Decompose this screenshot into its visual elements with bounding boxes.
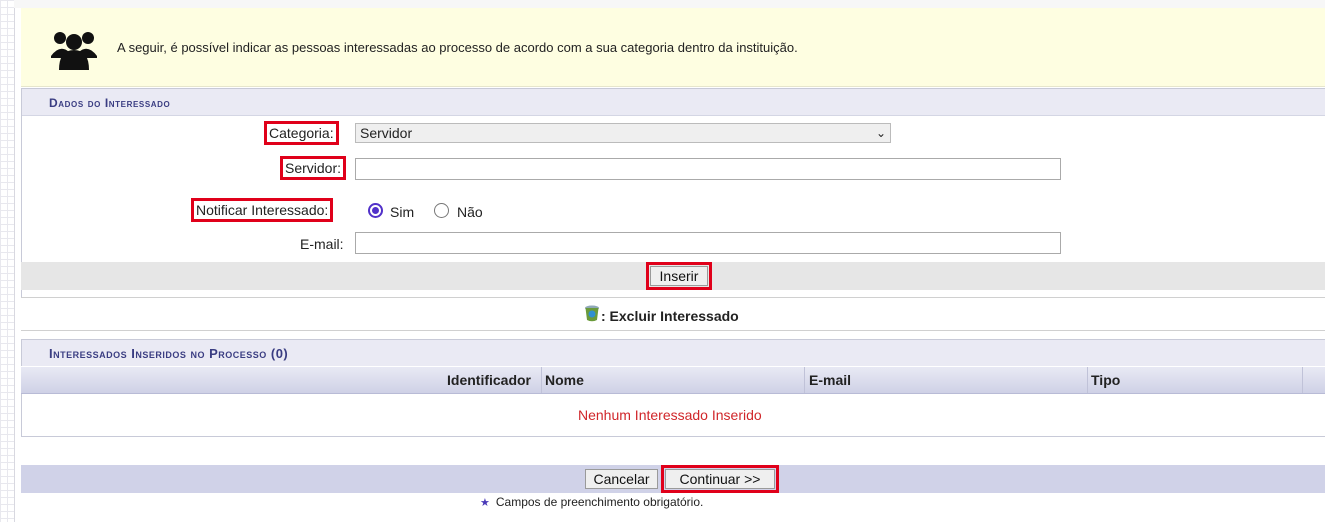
col-email: E-mail [809, 372, 852, 388]
categoria-label: Categoria: [264, 121, 339, 145]
col-divider [1302, 367, 1303, 393]
form-caption-text: Dados do Interessado [49, 96, 171, 110]
users-group-icon [51, 32, 97, 70]
page-edge-grid [0, 0, 15, 522]
cancel-button[interactable]: Cancelar [585, 469, 658, 489]
servidor-input[interactable] [355, 158, 1061, 180]
notificar-nao-label: Não [457, 204, 483, 220]
col-identificador: Identificador [447, 372, 532, 388]
inserir-button[interactable]: Inserir [646, 262, 712, 290]
required-note-text: Campos de preenchimento obrigatório. [495, 495, 704, 509]
col-tipo: Tipo [1091, 372, 1121, 388]
trash-icon [585, 305, 599, 322]
col-divider [804, 367, 805, 393]
servidor-label: Servidor: [279, 156, 347, 180]
legend-text: : Excluir Interessado [601, 308, 739, 324]
table-caption-text: Interessados Inseridos no Processo (0) [49, 346, 289, 361]
info-banner: A seguir, é possível indicar as pessoas … [21, 8, 1325, 87]
notificar-sim-radio[interactable] [368, 203, 383, 218]
col-divider [1087, 367, 1088, 393]
required-note: ★ Campos de preenchimento obrigatório. [480, 495, 703, 509]
empty-message: Nenhum Interessado Inserido [578, 407, 762, 423]
categoria-selected-value: Servidor [360, 125, 413, 141]
table-caption: Interessados Inseridos no Processo (0) [21, 339, 1325, 366]
categoria-select[interactable]: Servidor ⌄ [355, 123, 891, 143]
chevron-down-icon: ⌄ [875, 126, 886, 140]
col-nome: Nome [545, 372, 584, 388]
top-strip [14, 0, 1325, 8]
table-header: Identificador Nome E-mail Tipo [21, 367, 1325, 394]
col-divider [541, 367, 542, 393]
star-icon: ★ [480, 497, 490, 509]
form-caption: Dados do Interessado [22, 89, 1325, 116]
email-input[interactable] [355, 232, 1061, 254]
notificar-nao-radio[interactable] [434, 203, 449, 218]
email-label: E-mail: [300, 236, 344, 252]
banner-text: A seguir, é possível indicar as pessoas … [117, 40, 798, 55]
table-body: Nenhum Interessado Inserido [21, 394, 1325, 437]
continue-button[interactable]: Continuar >> [661, 465, 779, 493]
notificar-label: Notificar Interessado: [190, 198, 334, 222]
notificar-sim-label: Sim [390, 204, 415, 220]
